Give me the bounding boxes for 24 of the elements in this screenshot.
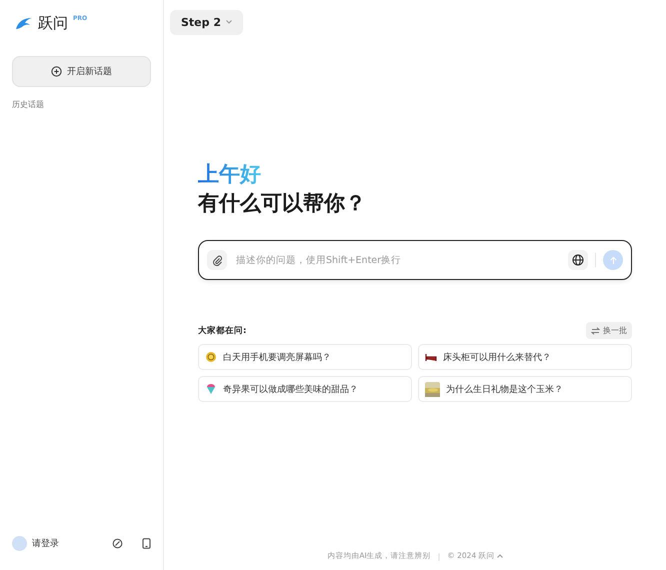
bed-icon [425, 351, 437, 363]
suggestions-title: 大家都在问: [198, 324, 246, 336]
app-logo-text: 跃问 [38, 14, 68, 32]
prompt-heading: 有什么可以帮你？ [198, 190, 367, 217]
swap-icon [591, 326, 600, 334]
suggestion-item[interactable]: 奇异果可以做成哪些美味的甜品？ [198, 376, 412, 402]
globe-icon[interactable] [568, 250, 588, 270]
attach-icon[interactable] [207, 250, 227, 270]
history-label: 历史话题 [12, 99, 45, 110]
tablet-icon[interactable] [142, 538, 151, 548]
new-chat-button[interactable]: 开启新话题 [12, 56, 151, 87]
suggestion-item[interactable]: 为什么生日礼物是这个玉米？ [418, 376, 632, 402]
plus-circle-icon [51, 66, 62, 77]
chevron-up-icon[interactable] [496, 554, 503, 558]
model-selector[interactable]: Step 2 [170, 10, 243, 34]
dolphin-logo-icon [15, 16, 33, 30]
refresh-button[interactable]: 换一批 [586, 322, 632, 339]
login-link[interactable]: 请登录 [32, 536, 107, 550]
chevron-down-icon [226, 20, 232, 24]
ice-cream-icon [205, 383, 217, 395]
suggestion-item[interactable]: 白天用手机要调亮屏幕吗？ [198, 344, 412, 370]
suggestion-item[interactable]: 床头柜可以用什么来替代？ [418, 344, 632, 370]
arrow-up-icon [608, 256, 618, 264]
chat-input-field[interactable]: 描述你的问题，使用Shift+Enter换行 [234, 254, 561, 266]
